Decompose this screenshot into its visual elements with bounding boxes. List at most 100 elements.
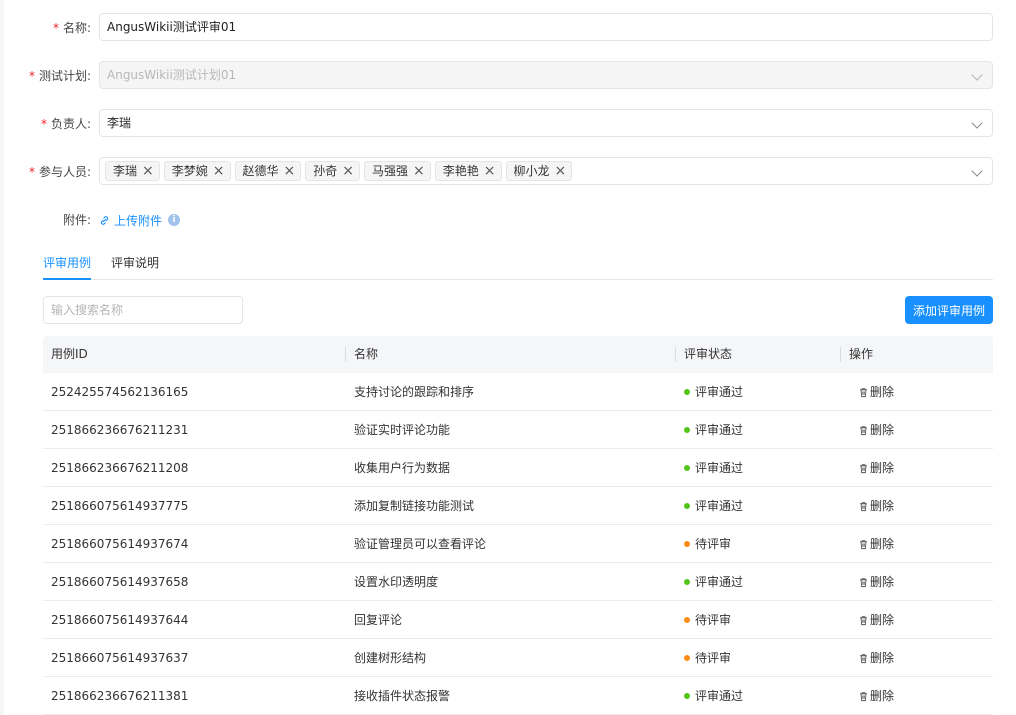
owner-label: * 负责人:	[40, 117, 91, 131]
table-row: 251866236676211231 验证实时评论功能 评审通过 删除	[43, 411, 993, 449]
review-status: 评审通过	[684, 487, 743, 525]
owner-select[interactable]: 李瑞	[99, 109, 993, 137]
name-value: AngusWikii测试评审01	[107, 20, 237, 34]
close-icon[interactable]: ×	[555, 162, 567, 180]
info-icon[interactable]: i	[168, 214, 181, 226]
delete-button[interactable]: 删除	[858, 411, 894, 449]
close-icon[interactable]: ×	[342, 162, 354, 180]
attachment-label: 附件:	[62, 213, 91, 227]
review-tabs: 评审用例 评审说明	[43, 250, 993, 280]
delete-button[interactable]: 删除	[858, 639, 894, 677]
active-tab-indicator	[43, 278, 91, 280]
close-icon[interactable]: ×	[213, 162, 225, 180]
case-name: 验证实时评论功能	[354, 423, 451, 437]
tab-review-description[interactable]: 评审说明	[111, 254, 159, 271]
upload-attachment-link[interactable]: 上传附件 i	[99, 210, 181, 230]
case-id: 251866236676211208	[51, 461, 189, 475]
status-dot	[684, 541, 690, 547]
trash-icon	[860, 387, 867, 397]
case-name: 接收插件状态报警	[354, 689, 451, 703]
plan-select: AngusWikii测试计划01	[99, 61, 993, 89]
participant-tag: 柳小龙 ×	[505, 161, 573, 181]
review-case-table: 用例ID 名称 评审状态 操作 252425574562136165 支持讨论的跟…	[43, 336, 993, 715]
close-icon[interactable]: ×	[142, 162, 154, 180]
delete-button[interactable]: 删除	[858, 487, 894, 525]
case-id: 251866236676211231	[51, 423, 189, 437]
tab-review-cases[interactable]: 评审用例	[43, 254, 91, 271]
case-name: 设置水印透明度	[354, 575, 439, 589]
participant-tags: 李瑞 × 李梦婉 × 赵德华 × 孙奇 × 马强强 × 李艳艳 × 柳小龙 ×	[105, 161, 573, 181]
delete-button[interactable]: 删除	[858, 601, 894, 639]
plan-row: * 测试计划: AngusWikii测试计划01	[0, 61, 1016, 91]
column-header-id: 用例ID	[51, 347, 88, 361]
delete-button[interactable]: 删除	[858, 373, 894, 411]
column-header-status: 评审状态	[684, 347, 733, 361]
participant-tag: 李梦婉 ×	[163, 161, 231, 181]
trash-icon	[860, 691, 867, 701]
participant-tag: 孙奇 ×	[305, 161, 360, 181]
column-divider	[675, 347, 676, 362]
column-header-name: 名称	[354, 347, 379, 361]
trash-icon	[860, 653, 867, 663]
review-status: 评审通过	[684, 563, 743, 601]
trash-icon	[860, 425, 867, 435]
delete-button[interactable]: 删除	[858, 449, 894, 487]
participants-select[interactable]: 李瑞 × 李梦婉 × 赵德华 × 孙奇 × 马强强 × 李艳艳 × 柳小龙 ×	[99, 157, 993, 185]
close-icon[interactable]: ×	[284, 162, 296, 180]
status-dot	[684, 693, 690, 699]
status-dot	[684, 579, 690, 585]
delete-button[interactable]: 删除	[858, 677, 894, 715]
review-status: 评审通过	[684, 411, 743, 449]
search-input[interactable]	[43, 296, 243, 324]
status-dot	[684, 465, 690, 471]
trash-icon	[860, 539, 867, 549]
table-body: 252425574562136165 支持讨论的跟踪和排序 评审通过 删除 251866…	[43, 373, 993, 715]
case-name: 验证管理员可以查看评论	[354, 537, 487, 551]
review-status: 评审通过	[684, 373, 743, 411]
case-id: 251866075614937637	[51, 651, 189, 665]
status-dot	[684, 503, 690, 509]
review-status: 待评审	[684, 639, 731, 677]
table-row: 251866236676211381 接收插件状态报警 评审通过 删除	[43, 677, 993, 715]
table-row: 252425574562136165 支持讨论的跟踪和排序 评审通过 删除	[43, 373, 993, 411]
trash-icon	[860, 615, 867, 625]
chevron-down-icon[interactable]	[971, 165, 983, 177]
status-dot	[684, 427, 690, 433]
case-id: 251866075614937644	[51, 613, 189, 627]
trash-icon	[860, 463, 867, 473]
participant-tag: 李瑞 ×	[105, 161, 160, 181]
status-dot	[684, 655, 690, 661]
case-id: 252425574562136165	[51, 385, 189, 399]
name-input[interactable]: AngusWikii测试评审01	[99, 13, 993, 41]
case-id: 251866075614937775	[51, 499, 189, 513]
participants-label: * 参与人员:	[28, 165, 91, 179]
name-row: * 名称: AngusWikii测试评审01	[0, 13, 1016, 43]
column-divider	[345, 347, 346, 362]
case-id: 251866236676211381	[51, 689, 189, 703]
add-review-case-button[interactable]: 添加评审用例	[905, 296, 993, 324]
case-name: 创建树形结构	[354, 651, 427, 665]
link-icon	[100, 215, 109, 225]
chevron-down-icon[interactable]	[971, 117, 983, 129]
case-id: 251866075614937674	[51, 537, 189, 551]
status-dot	[684, 617, 690, 623]
case-name: 添加复制链接功能测试	[354, 499, 475, 513]
close-icon[interactable]: ×	[413, 162, 425, 180]
delete-button[interactable]: 删除	[858, 525, 894, 563]
table-header: 用例ID 名称 评审状态 操作	[43, 336, 993, 373]
table-row: 251866075614937775 添加复制链接功能测试 评审通过 删除	[43, 487, 993, 525]
close-icon[interactable]: ×	[484, 162, 496, 180]
case-name: 收集用户行为数据	[354, 461, 451, 475]
name-label: * 名称:	[52, 21, 91, 35]
table-row: 251866075614937674 验证管理员可以查看评论 待评审 删除	[43, 525, 993, 563]
participant-tag: 赵德华 ×	[234, 161, 302, 181]
left-panel-edge	[0, 0, 4, 715]
plan-value: AngusWikii测试计划01	[107, 68, 237, 82]
participant-tag: 李艳艳 ×	[434, 161, 502, 181]
table-row: 251866236676211208 收集用户行为数据 评审通过 删除	[43, 449, 993, 487]
participant-tag: 马强强 ×	[364, 161, 431, 181]
delete-button[interactable]: 删除	[858, 563, 894, 601]
trash-icon	[860, 577, 867, 587]
review-status: 评审通过	[684, 449, 743, 487]
table-row: 251866075614937637 创建树形结构 待评审 删除	[43, 639, 993, 677]
